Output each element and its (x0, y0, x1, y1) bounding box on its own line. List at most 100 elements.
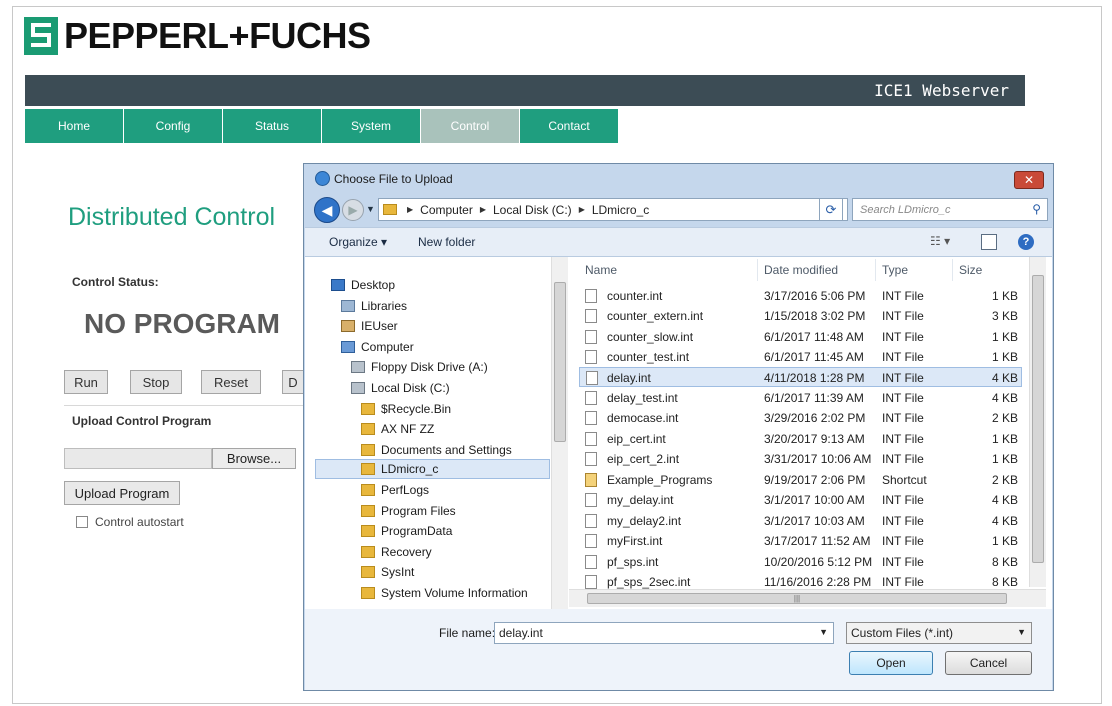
file-row[interactable]: pf_sps_2sec.int 11/16/2016 2:28 PM INT Fil… (579, 572, 1022, 589)
tree-item-libraries[interactable]: Libraries (341, 296, 407, 316)
view-options-icon[interactable]: ☷ ▾ (930, 234, 950, 250)
run-button[interactable]: Run (64, 370, 108, 394)
column-name[interactable]: Name (585, 263, 617, 277)
file-row[interactable]: counter_extern.int 1/15/2018 3:02 PM INT F… (579, 306, 1022, 326)
file-row[interactable]: eip_cert.int 3/20/2017 9:13 AM INT File 1 K… (579, 429, 1022, 449)
autostart-checkbox[interactable] (76, 516, 88, 528)
search-placeholder: Search LDmicro_c (860, 203, 951, 216)
tab-control[interactable]: Control (421, 109, 520, 143)
tree-item-ax-nf-zz[interactable]: AX NF ZZ (361, 419, 434, 439)
tree-item-ldmicro[interactable]: LDmicro_c (315, 459, 550, 479)
autostart-option[interactable]: Control autostart (76, 515, 184, 529)
column-size[interactable]: Size (959, 263, 982, 277)
close-icon[interactable]: ✕ (1014, 171, 1044, 189)
browse-button[interactable]: Browse... (212, 448, 296, 469)
tree-item-recycle-bin[interactable]: $Recycle.Bin (361, 399, 451, 419)
shortcut-icon (585, 473, 597, 487)
preview-pane-icon[interactable] (981, 234, 997, 250)
tree-item-local-disk[interactable]: Local Disk (C:) (351, 378, 450, 398)
file-path-field[interactable] (64, 448, 212, 469)
file-row[interactable]: eip_cert_2.int 3/31/2017 10:06 AM INT File… (579, 449, 1022, 469)
tree-item-programdata[interactable]: ProgramData (361, 521, 452, 541)
open-button[interactable]: Open (849, 651, 933, 675)
address-bar[interactable]: ▶ Computer ▶ Local Disk (C:) ▶ LDmicro_c… (378, 198, 848, 221)
tree-scrollbar[interactable] (551, 257, 568, 609)
page-title: Distributed Control (68, 203, 276, 231)
delete-button[interactable]: D (282, 370, 304, 394)
desktop-icon (331, 279, 345, 291)
file-icon (585, 411, 597, 425)
search-icon: ⚲ (1032, 202, 1041, 216)
breadcrumb-computer[interactable]: Computer (420, 203, 473, 217)
file-row[interactable]: counter_test.int 6/1/2017 11:45 AM INT Fil… (579, 347, 1022, 367)
dialog-toolbar: Organize ▾ New folder ☷ ▾ ? (305, 227, 1052, 257)
brand-name: PEPPERL+FUCHS (64, 15, 371, 56)
file-row[interactable]: my_delay2.int 3/1/2017 10:03 AM INT File 4 … (579, 511, 1022, 531)
main-nav: Home Config Status System Control Contac… (25, 109, 619, 143)
navigation-bar: ◀ ▶ ▼ ▶ Computer ▶ Local Disk (C:) ▶ LDm… (312, 196, 1048, 224)
cancel-button[interactable]: Cancel (945, 651, 1032, 675)
tree-item-ieuser[interactable]: IEUser (341, 316, 398, 336)
history-dropdown-icon[interactable]: ▼ (366, 204, 376, 216)
autostart-label: Control autostart (95, 515, 184, 529)
column-date[interactable]: Date modified (764, 263, 838, 277)
file-type-select[interactable]: Custom Files (*.int) ▼ (846, 622, 1032, 644)
file-icon (585, 289, 597, 303)
stop-button[interactable]: Stop (130, 370, 182, 394)
file-row[interactable]: democase.int 3/29/2016 2:02 PM INT File 2 K… (579, 408, 1022, 428)
file-type-value: Custom Files (*.int) (851, 626, 954, 640)
file-row-selected[interactable]: delay.int 4/11/2018 1:28 PM INT File 4 KB (579, 367, 1022, 387)
folder-icon (361, 505, 375, 517)
breadcrumb-local-disk[interactable]: Local Disk (C:) (493, 203, 572, 217)
list-vertical-scrollbar[interactable] (1029, 257, 1046, 587)
tree-item-perflogs[interactable]: PerfLogs (361, 480, 429, 500)
tab-system[interactable]: System (322, 109, 421, 143)
chevron-right-icon: ▶ (479, 205, 486, 214)
file-name-input[interactable]: delay.int ▼ (494, 622, 834, 644)
file-row[interactable]: delay_test.int 6/1/2017 11:39 AM INT File 4… (579, 388, 1022, 408)
chevron-down-icon[interactable]: ▼ (819, 627, 828, 637)
folder-icon (361, 423, 375, 435)
organize-menu[interactable]: Organize ▾ (329, 235, 387, 249)
file-row[interactable]: my_delay.int 3/1/2017 10:00 AM INT File 4 K… (579, 490, 1022, 510)
tab-config[interactable]: Config (124, 109, 223, 143)
file-icon (585, 350, 597, 364)
section-divider (64, 405, 304, 406)
tree-scroll-thumb[interactable] (554, 282, 566, 442)
browser-icon (315, 171, 330, 186)
folder-icon (361, 484, 375, 496)
tree-item-sysint[interactable]: SysInt (361, 562, 414, 582)
brand-logo: PEPPERL+FUCHS (24, 15, 371, 56)
search-input[interactable]: Search LDmicro_c ⚲ (852, 198, 1048, 221)
tree-item-desktop[interactable]: Desktop (331, 275, 395, 295)
tab-status[interactable]: Status (223, 109, 322, 143)
file-row[interactable]: Example_Programs 9/19/2017 2:06 PM Shortcu… (579, 470, 1022, 490)
tree-item-system-volume[interactable]: System Volume Information (361, 583, 528, 603)
file-icon (585, 432, 597, 446)
tree-item-recovery[interactable]: Recovery (361, 542, 432, 562)
refresh-icon[interactable]: ⟳ (819, 198, 843, 221)
forward-arrow-icon[interactable]: ▶ (342, 199, 364, 221)
user-icon (341, 320, 355, 332)
tree-item-computer[interactable]: Computer (341, 337, 414, 357)
list-scroll-thumb[interactable] (1032, 275, 1044, 563)
reset-button[interactable]: Reset (201, 370, 261, 394)
tab-contact[interactable]: Contact (520, 109, 619, 143)
back-arrow-icon[interactable]: ◀ (314, 197, 340, 223)
tab-home[interactable]: Home (25, 109, 124, 143)
file-row[interactable]: counter.int 3/17/2016 5:06 PM INT File 1 KB (579, 286, 1022, 306)
list-horizontal-scrollbar[interactable]: ||| (569, 589, 1046, 607)
file-row[interactable]: pf_sps.int 10/20/2016 5:12 PM INT File 8 KB (579, 552, 1022, 572)
tree-item-floppy[interactable]: Floppy Disk Drive (A:) (351, 357, 488, 377)
new-folder-button[interactable]: New folder (418, 235, 475, 249)
help-icon[interactable]: ? (1018, 234, 1034, 250)
column-type[interactable]: Type (882, 263, 908, 277)
file-row[interactable]: myFirst.int 3/17/2017 11:52 AM INT File 1 K… (579, 531, 1022, 551)
tree-item-documents-settings[interactable]: Documents and Settings (361, 440, 512, 460)
upload-program-button[interactable]: Upload Program (64, 481, 180, 505)
chevron-down-icon[interactable]: ▼ (1017, 627, 1026, 637)
tree-item-program-files[interactable]: Program Files (361, 501, 456, 521)
file-row[interactable]: counter_slow.int 6/1/2017 11:48 AM INT Fil… (579, 327, 1022, 347)
horizontal-scroll-thumb[interactable]: ||| (587, 593, 1007, 604)
breadcrumb-ldmicro[interactable]: LDmicro_c (592, 203, 649, 217)
